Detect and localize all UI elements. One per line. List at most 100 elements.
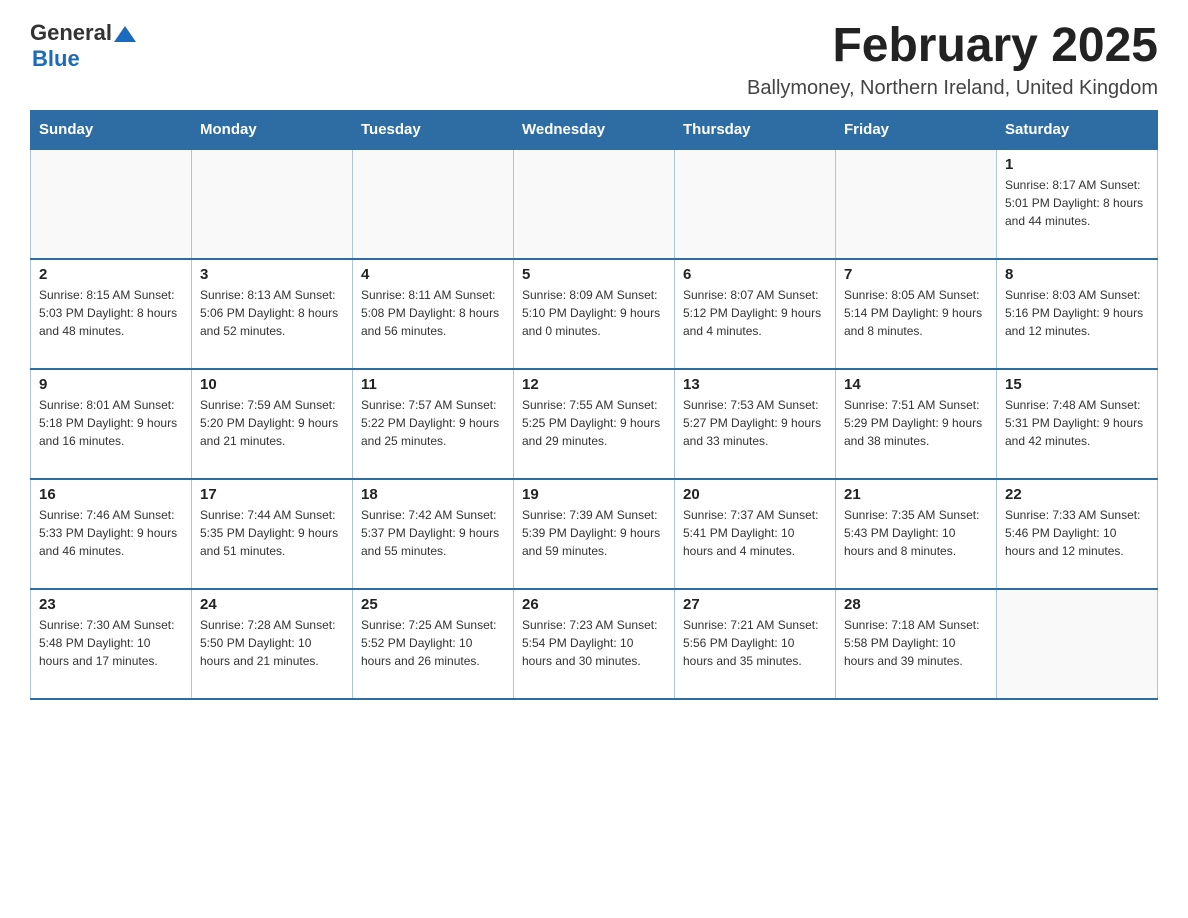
calendar-cell: 11 Sunrise: 7:57 AM Sunset: 5:22 PM Dayli… <box>353 369 514 479</box>
header: General Blue February 2025 Ballymoney, N… <box>30 20 1158 100</box>
column-header-friday: Friday <box>836 110 997 149</box>
calendar-cell: 2 Sunrise: 8:15 AM Sunset: 5:03 PM Daylig… <box>31 259 192 369</box>
day-number: 27 <box>683 596 827 613</box>
day-info: Sunrise: 7:28 AM Sunset: 5:50 PM Dayligh… <box>200 616 344 670</box>
day-info: Sunrise: 8:15 AM Sunset: 5:03 PM Dayligh… <box>39 286 183 340</box>
day-info: Sunrise: 7:44 AM Sunset: 5:35 PM Dayligh… <box>200 506 344 560</box>
day-number: 22 <box>1005 486 1149 503</box>
day-number: 17 <box>200 486 344 503</box>
day-info: Sunrise: 7:35 AM Sunset: 5:43 PM Dayligh… <box>844 506 988 560</box>
week-row-5: 23 Sunrise: 7:30 AM Sunset: 5:48 PM Dayli… <box>31 589 1158 699</box>
day-number: 5 <box>522 266 666 283</box>
day-number: 9 <box>39 376 183 393</box>
day-number: 3 <box>200 266 344 283</box>
day-info: Sunrise: 8:01 AM Sunset: 5:18 PM Dayligh… <box>39 396 183 450</box>
week-row-4: 16 Sunrise: 7:46 AM Sunset: 5:33 PM Dayli… <box>31 479 1158 589</box>
column-header-saturday: Saturday <box>997 110 1158 149</box>
day-info: Sunrise: 7:21 AM Sunset: 5:56 PM Dayligh… <box>683 616 827 670</box>
day-info: Sunrise: 8:03 AM Sunset: 5:16 PM Dayligh… <box>1005 286 1149 340</box>
day-number: 8 <box>1005 266 1149 283</box>
day-info: Sunrise: 7:30 AM Sunset: 5:48 PM Dayligh… <box>39 616 183 670</box>
logo: General Blue <box>30 20 136 72</box>
day-info: Sunrise: 7:57 AM Sunset: 5:22 PM Dayligh… <box>361 396 505 450</box>
day-number: 25 <box>361 596 505 613</box>
column-header-thursday: Thursday <box>675 110 836 149</box>
day-number: 12 <box>522 376 666 393</box>
calendar-cell: 14 Sunrise: 7:51 AM Sunset: 5:29 PM Dayli… <box>836 369 997 479</box>
day-number: 11 <box>361 376 505 393</box>
calendar-cell <box>675 149 836 259</box>
month-title: February 2025 <box>747 20 1158 73</box>
day-number: 14 <box>844 376 988 393</box>
day-number: 2 <box>39 266 183 283</box>
column-header-tuesday: Tuesday <box>353 110 514 149</box>
day-number: 13 <box>683 376 827 393</box>
day-number: 4 <box>361 266 505 283</box>
day-info: Sunrise: 7:51 AM Sunset: 5:29 PM Dayligh… <box>844 396 988 450</box>
day-number: 19 <box>522 486 666 503</box>
location-subtitle: Ballymoney, Northern Ireland, United Kin… <box>747 77 1158 100</box>
calendar-cell: 7 Sunrise: 8:05 AM Sunset: 5:14 PM Daylig… <box>836 259 997 369</box>
calendar-cell: 28 Sunrise: 7:18 AM Sunset: 5:58 PM Dayli… <box>836 589 997 699</box>
day-number: 28 <box>844 596 988 613</box>
day-number: 20 <box>683 486 827 503</box>
calendar-cell: 16 Sunrise: 7:46 AM Sunset: 5:33 PM Dayli… <box>31 479 192 589</box>
day-info: Sunrise: 7:46 AM Sunset: 5:33 PM Dayligh… <box>39 506 183 560</box>
calendar-cell: 15 Sunrise: 7:48 AM Sunset: 5:31 PM Dayli… <box>997 369 1158 479</box>
day-number: 23 <box>39 596 183 613</box>
day-info: Sunrise: 7:55 AM Sunset: 5:25 PM Dayligh… <box>522 396 666 450</box>
column-header-monday: Monday <box>192 110 353 149</box>
calendar-cell <box>836 149 997 259</box>
calendar-table: SundayMondayTuesdayWednesdayThursdayFrid… <box>30 110 1158 700</box>
day-number: 6 <box>683 266 827 283</box>
calendar-cell: 8 Sunrise: 8:03 AM Sunset: 5:16 PM Daylig… <box>997 259 1158 369</box>
calendar-cell: 23 Sunrise: 7:30 AM Sunset: 5:48 PM Dayli… <box>31 589 192 699</box>
calendar-cell: 9 Sunrise: 8:01 AM Sunset: 5:18 PM Daylig… <box>31 369 192 479</box>
day-number: 16 <box>39 486 183 503</box>
week-row-2: 2 Sunrise: 8:15 AM Sunset: 5:03 PM Daylig… <box>31 259 1158 369</box>
day-info: Sunrise: 8:17 AM Sunset: 5:01 PM Dayligh… <box>1005 176 1149 230</box>
day-number: 24 <box>200 596 344 613</box>
day-info: Sunrise: 7:42 AM Sunset: 5:37 PM Dayligh… <box>361 506 505 560</box>
calendar-cell: 26 Sunrise: 7:23 AM Sunset: 5:54 PM Dayli… <box>514 589 675 699</box>
column-header-sunday: Sunday <box>31 110 192 149</box>
calendar-cell: 24 Sunrise: 7:28 AM Sunset: 5:50 PM Dayli… <box>192 589 353 699</box>
day-number: 7 <box>844 266 988 283</box>
calendar-cell <box>353 149 514 259</box>
calendar-cell: 1 Sunrise: 8:17 AM Sunset: 5:01 PM Daylig… <box>997 149 1158 259</box>
day-info: Sunrise: 7:23 AM Sunset: 5:54 PM Dayligh… <box>522 616 666 670</box>
day-info: Sunrise: 8:05 AM Sunset: 5:14 PM Dayligh… <box>844 286 988 340</box>
calendar-cell: 3 Sunrise: 8:13 AM Sunset: 5:06 PM Daylig… <box>192 259 353 369</box>
calendar-cell: 20Sunrise: 7:37 AM Sunset: 5:41 PM Dayli… <box>675 479 836 589</box>
day-info: Sunrise: 8:07 AM Sunset: 5:12 PM Dayligh… <box>683 286 827 340</box>
calendar-cell: 21 Sunrise: 7:35 AM Sunset: 5:43 PM Dayli… <box>836 479 997 589</box>
calendar-cell <box>31 149 192 259</box>
day-number: 1 <box>1005 156 1149 173</box>
day-number: 26 <box>522 596 666 613</box>
calendar-cell: 13 Sunrise: 7:53 AM Sunset: 5:27 PM Dayli… <box>675 369 836 479</box>
logo-blue-text: Blue <box>32 46 80 71</box>
day-info: Sunrise: 7:18 AM Sunset: 5:58 PM Dayligh… <box>844 616 988 670</box>
calendar-cell <box>192 149 353 259</box>
calendar-cell: 25 Sunrise: 7:25 AM Sunset: 5:52 PM Dayli… <box>353 589 514 699</box>
day-info: Sunrise: 7:25 AM Sunset: 5:52 PM Dayligh… <box>361 616 505 670</box>
calendar-cell: 17 Sunrise: 7:44 AM Sunset: 5:35 PM Dayli… <box>192 479 353 589</box>
day-number: 18 <box>361 486 505 503</box>
week-row-3: 9 Sunrise: 8:01 AM Sunset: 5:18 PM Daylig… <box>31 369 1158 479</box>
day-info: Sunrise: 7:59 AM Sunset: 5:20 PM Dayligh… <box>200 396 344 450</box>
day-info: Sunrise: 8:11 AM Sunset: 5:08 PM Dayligh… <box>361 286 505 340</box>
calendar-cell: 19Sunrise: 7:39 AM Sunset: 5:39 PM Dayli… <box>514 479 675 589</box>
title-area: February 2025 Ballymoney, Northern Irela… <box>747 20 1158 100</box>
day-number: 21 <box>844 486 988 503</box>
day-number: 10 <box>200 376 344 393</box>
calendar-header-row: SundayMondayTuesdayWednesdayThursdayFrid… <box>31 110 1158 149</box>
day-info: Sunrise: 7:48 AM Sunset: 5:31 PM Dayligh… <box>1005 396 1149 450</box>
day-info: Sunrise: 7:33 AM Sunset: 5:46 PM Dayligh… <box>1005 506 1149 560</box>
logo-general-text: General <box>30 20 112 46</box>
day-number: 15 <box>1005 376 1149 393</box>
day-info: Sunrise: 7:53 AM Sunset: 5:27 PM Dayligh… <box>683 396 827 450</box>
calendar-cell: 4 Sunrise: 8:11 AM Sunset: 5:08 PM Daylig… <box>353 259 514 369</box>
calendar-cell: 18 Sunrise: 7:42 AM Sunset: 5:37 PM Dayli… <box>353 479 514 589</box>
day-info: Sunrise: 8:13 AM Sunset: 5:06 PM Dayligh… <box>200 286 344 340</box>
calendar-cell: 22 Sunrise: 7:33 AM Sunset: 5:46 PM Dayli… <box>997 479 1158 589</box>
